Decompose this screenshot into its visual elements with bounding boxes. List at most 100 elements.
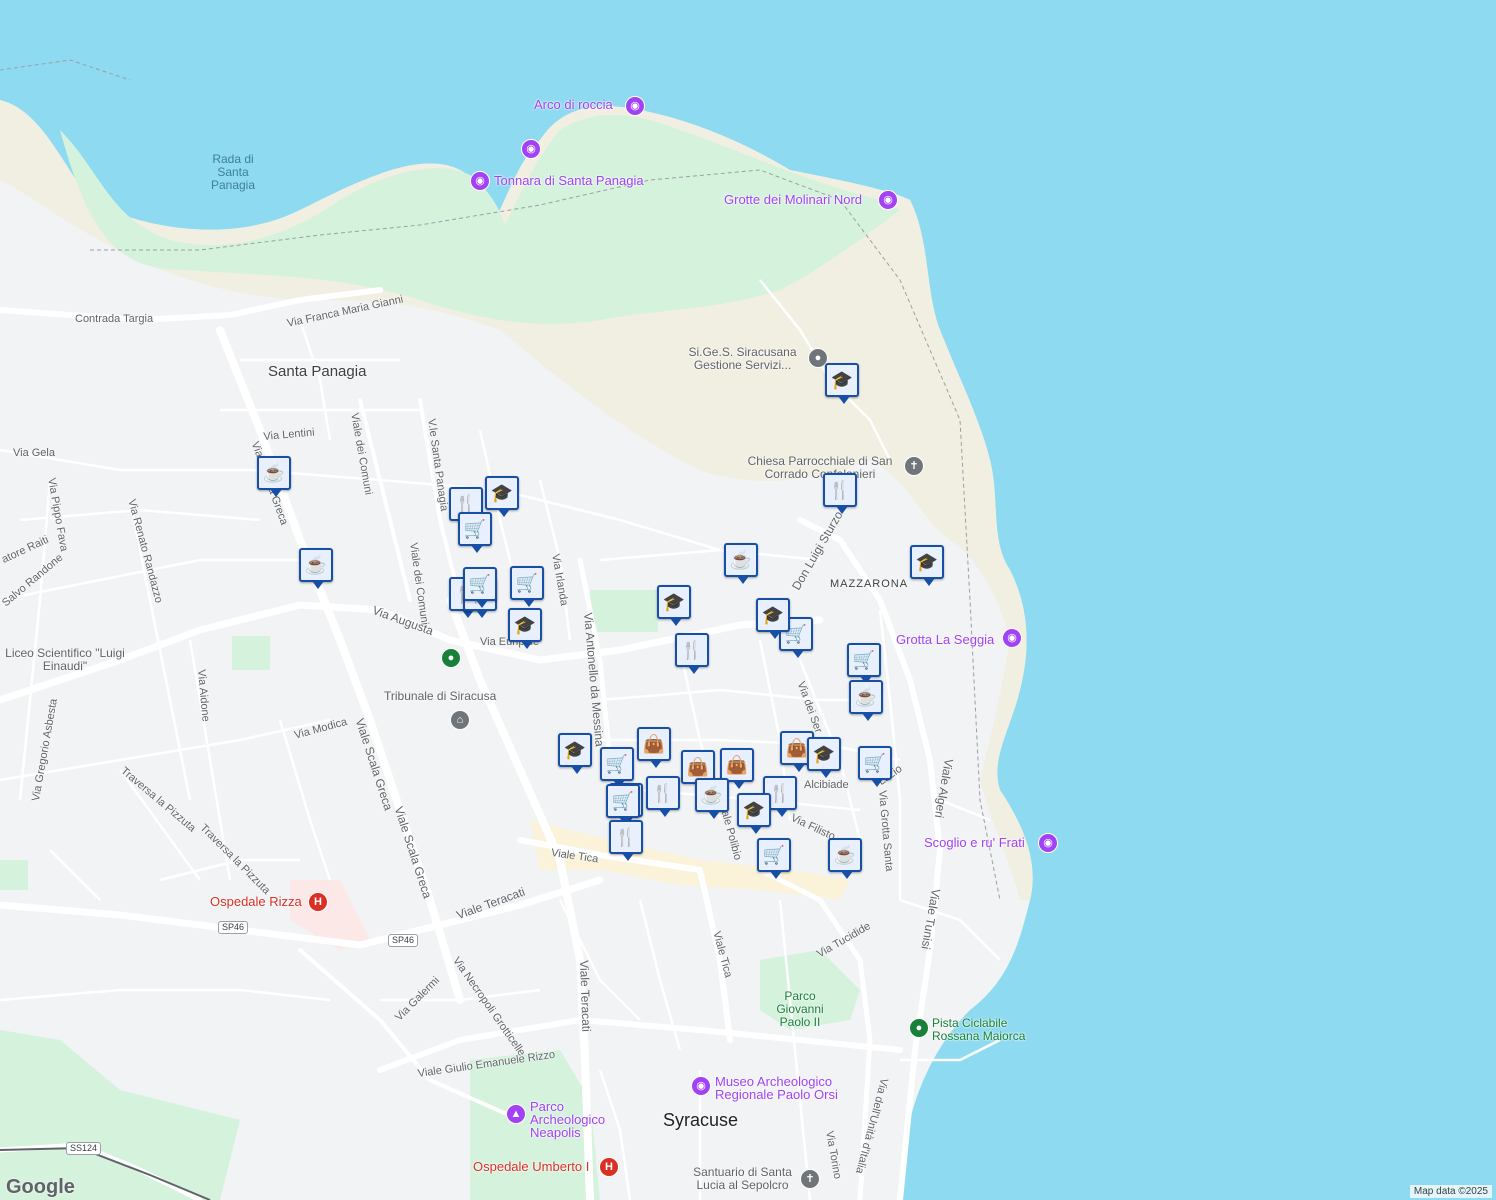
road-label: Contrada Targia (75, 313, 154, 325)
grocery-cart-icon: 🛒 (463, 518, 487, 539)
place-marker-grocery-cart[interactable]: 🛒 (463, 567, 497, 608)
place-marker-school[interactable]: 🎓 (910, 545, 944, 586)
park-area-6 (0, 860, 28, 890)
grotte-label[interactable]: Grotte dei Molinari Nord (724, 193, 862, 206)
mazzarona-label: MAZZARONA (830, 578, 909, 590)
neapolis-label[interactable]: Parco Archeologico Neapolis (530, 1100, 640, 1139)
school-icon: 🎓 (830, 369, 854, 390)
road-label: Alcibiade (804, 779, 849, 791)
place-marker-grocery-cart[interactable]: 🛒 (757, 838, 791, 879)
school-icon: 🎓 (812, 743, 836, 764)
scoglio-label[interactable]: Scoglio e ru' Frati (924, 836, 1025, 849)
place-marker-school[interactable]: 🎓 (485, 476, 519, 517)
cafe-icon: ☕ (304, 554, 328, 575)
shopping-bag-icon: 👜 (686, 756, 710, 777)
grotta-seggia-label[interactable]: Grotta La Seggia (896, 633, 994, 646)
school-icon: 🎓 (662, 591, 686, 612)
santa-panagia-label: Santa Panagia (268, 363, 367, 380)
liceo-label[interactable]: Liceo Scientifico "Luigi Einaudi" (0, 647, 130, 673)
hospital-icon[interactable]: H (308, 892, 328, 912)
ospedale-rizza-label[interactable]: Ospedale Rizza (210, 895, 302, 908)
courthouse-icon[interactable]: ⌂ (450, 710, 470, 730)
hospital-icon[interactable]: H (599, 1157, 619, 1177)
museum-icon[interactable]: ◉ (691, 1076, 711, 1096)
camera-icon[interactable]: ◉ (1038, 833, 1058, 853)
place-marker-cafe[interactable]: ☕ (828, 838, 862, 879)
road-shield: SP46 (388, 934, 419, 947)
shopping-bag-icon: 👜 (785, 737, 809, 758)
tonnara-label[interactable]: Tonnara di Santa Panagia (494, 174, 644, 187)
cafe-icon: ☕ (262, 462, 286, 483)
cafe-icon: ☕ (854, 686, 878, 707)
school-icon: 🎓 (761, 604, 785, 625)
grocery-cart-icon: 🛒 (611, 790, 635, 811)
santuario-label[interactable]: Santuario di Santa Lucia al Sepolcro (680, 1166, 805, 1192)
place-marker-grocery-cart[interactable]: 🛒 (458, 512, 492, 553)
tribunale-label[interactable]: Tribunale di Siracusa (384, 690, 496, 703)
place-marker-grocery-cart[interactable]: 🛒 (847, 643, 881, 684)
park-area-2 (232, 636, 270, 670)
road-label: Viale Teracati (577, 959, 594, 1033)
cafe-icon: ☕ (833, 844, 857, 865)
road-shield: SP46 (218, 921, 249, 934)
place-marker-school[interactable]: 🎓 (737, 793, 771, 834)
camera-icon[interactable]: ◉ (470, 171, 490, 191)
school-icon: 🎓 (742, 799, 766, 820)
map-attribution[interactable]: Map data ©2025 (1409, 1185, 1492, 1198)
map-canvas[interactable]: Rada di Santa Panagia Santa Panagia Syra… (0, 0, 1496, 1200)
place-marker-cafe[interactable]: ☕ (257, 456, 291, 497)
school-icon: 🎓 (490, 482, 514, 503)
place-marker-school[interactable]: 🎓 (558, 733, 592, 774)
museo-label[interactable]: Museo Archeologico Regionale Paolo Orsi (715, 1075, 850, 1101)
cafe-icon: ☕ (700, 784, 724, 805)
place-marker-restaurant[interactable]: 🍴 (646, 776, 680, 817)
syracuse-label: Syracuse (663, 1110, 739, 1130)
restaurant-icon: 🍴 (614, 826, 638, 847)
place-marker-school[interactable]: 🎓 (657, 585, 691, 626)
grocery-cart-icon: 🛒 (605, 753, 629, 774)
bay-label: Rada di Santa Panagia (210, 152, 256, 192)
grocery-cart-icon: 🛒 (852, 649, 876, 670)
place-marker-cafe[interactable]: ☕ (695, 778, 729, 819)
camera-icon[interactable]: ◉ (521, 139, 541, 159)
place-marker-school[interactable]: 🎓 (807, 737, 841, 778)
school-icon: 🎓 (915, 551, 939, 572)
road-shield: SS124 (66, 1142, 102, 1155)
place-marker-grocery-cart[interactable]: 🛒 (858, 746, 892, 787)
shopping-bag-icon: 👜 (642, 733, 666, 754)
school-icon: 🎓 (513, 614, 537, 635)
google-logo: Google (6, 1176, 75, 1198)
monument-icon[interactable]: ▲ (506, 1104, 526, 1124)
camera-icon[interactable]: ◉ (878, 190, 898, 210)
sigess-label[interactable]: Si.Ge.S. Siracusana Gestione Servizi... (680, 346, 805, 372)
place-marker-shopping-bag[interactable]: 👜 (720, 748, 754, 789)
parco-gp2-label: Parco Giovanni Paolo II (776, 989, 824, 1029)
park-area-1 (590, 590, 658, 632)
grocery-cart-icon: 🛒 (468, 573, 492, 594)
camera-icon[interactable]: ◉ (1002, 628, 1022, 648)
restaurant-icon: 🍴 (651, 782, 675, 803)
place-marker-grocery-cart[interactable]: 🛒 (606, 784, 640, 825)
place-marker-restaurant[interactable]: 🍴 (823, 473, 857, 514)
park-icon[interactable]: ● (909, 1018, 929, 1038)
arco-label[interactable]: Arco di roccia (534, 98, 613, 111)
park-icon[interactable]: ● (441, 648, 461, 668)
camera-icon[interactable]: ◉ (625, 96, 645, 116)
place-marker-grocery-cart[interactable]: 🛒 (600, 747, 634, 788)
church-icon[interactable]: ✝ (904, 456, 924, 476)
place-marker-restaurant[interactable]: 🍴 (675, 633, 709, 674)
place-marker-cafe[interactable]: ☕ (299, 548, 333, 589)
place-marker-cafe[interactable]: ☕ (724, 543, 758, 584)
place-marker-school[interactable]: 🎓 (825, 363, 859, 404)
place-marker-grocery-cart[interactable]: 🛒 (510, 566, 544, 607)
pista-label[interactable]: Pista Ciclabile Rossana Maiorca (932, 1017, 1052, 1043)
cafe-icon: ☕ (729, 549, 753, 570)
place-marker-shopping-bag[interactable]: 👜 (637, 727, 671, 768)
place-marker-restaurant[interactable]: 🍴 (609, 820, 643, 861)
restaurant-icon: 🍴 (828, 479, 852, 500)
place-marker-school[interactable]: 🎓 (756, 598, 790, 639)
chiesa-label[interactable]: Chiesa Parrocchiale di San Corrado Confa… (740, 455, 900, 481)
place-marker-school[interactable]: 🎓 (508, 608, 542, 649)
ospedale-umberto-label[interactable]: Ospedale Umberto I (473, 1160, 589, 1173)
place-marker-cafe[interactable]: ☕ (849, 680, 883, 721)
